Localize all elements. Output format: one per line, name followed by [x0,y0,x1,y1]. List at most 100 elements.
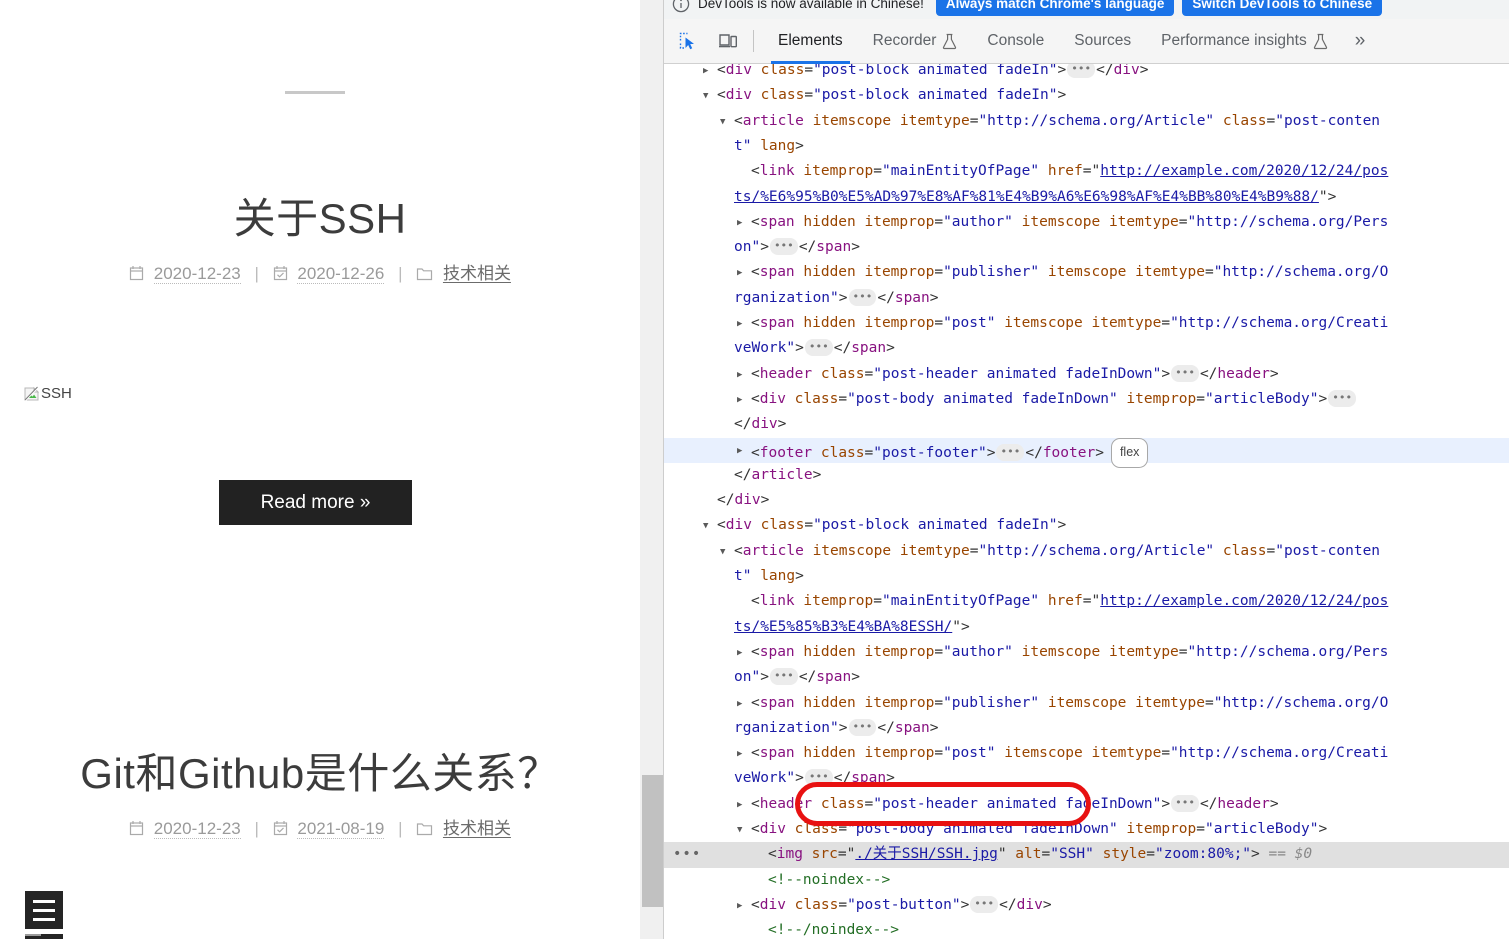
twisty-collapsed-icon[interactable] [737,318,749,330]
dom-tree-row[interactable]: <span hidden itemprop="post" itemscope i… [664,741,1509,766]
page-vertical-scrollbar[interactable] [640,0,663,939]
dom-tree-row[interactable]: <!--/noindex--> [664,918,1509,939]
floating-toolbar-strip[interactable] [25,934,63,939]
twisty-collapsed-icon[interactable] [737,900,749,912]
dom-tree-row[interactable]: t" lang> [664,134,1509,159]
dom-tree-row[interactable]: <div class="post-button">•••</div> [664,893,1509,918]
expand-children-ellipsis[interactable]: ••• [1171,364,1199,382]
dom-tree-row[interactable]: </div> [664,412,1509,437]
dom-tree-row[interactable]: <div class="post-body animated fadeInDow… [664,387,1509,412]
dom-tree-row[interactable]: <span hidden itemprop="author" itemscope… [664,210,1509,235]
attribute-value-link[interactable]: ts/%E5%85%B3%E4%BA%8ESSH/ [734,619,952,635]
attribute-value-link[interactable]: ./关于SSH/SSH.jpg [855,846,998,862]
dom-tree-row[interactable]: </article> [664,463,1509,488]
broken-image-placeholder[interactable]: SSH [24,385,72,402]
twisty-expanded-icon[interactable] [720,546,732,558]
markup-punctuation: </ [717,492,735,509]
post-category-link[interactable]: 技术相关 [443,819,511,838]
twisty-expanded-icon[interactable] [737,824,749,836]
dom-tree-row[interactable]: <span hidden itemprop="publisher" itemsc… [664,260,1509,285]
expand-children-ellipsis[interactable]: ••• [996,443,1025,461]
html-comment: <!--noindex--> [768,871,891,888]
dom-tree-row[interactable]: <header class="post-header animated fade… [664,792,1509,817]
collapsed-children-dots[interactable]: ••• [673,847,701,861]
tab-performance-insights[interactable]: Performance insights [1146,19,1343,64]
twisty-expanded-icon[interactable] [703,520,715,532]
dom-tree-row[interactable]: <div class="post-block animated fadeIn"> [664,83,1509,108]
post-category-link[interactable]: 技术相关 [443,264,511,283]
twisty-collapsed-icon[interactable] [737,369,749,381]
twisty-collapsed-icon[interactable] [703,65,715,77]
tab-recorder[interactable]: Recorder [858,19,973,64]
dom-tree-row[interactable]: <span hidden itemprop="author" itemscope… [664,640,1509,665]
twisty-collapsed-icon[interactable] [737,799,749,811]
dom-tree-row[interactable]: <div class="post-block animated fadeIn">… [664,64,1509,83]
hamburger-menu-icon[interactable] [25,891,63,929]
attribute-name: class [751,87,805,104]
attribute-value-link[interactable]: ts/%E6%95%B0%E5%AD%97%E8%AF%81%E4%B9%A6%… [734,189,1319,205]
twisty-collapsed-icon[interactable] [737,394,749,406]
dom-tree-row[interactable]: ts/%E6%95%B0%E5%AD%97%E8%AF%81%E4%B9%A6%… [664,185,1509,210]
twisty-expanded-icon[interactable] [720,116,732,128]
tab-console[interactable]: Console [972,19,1059,64]
twisty-collapsed-icon[interactable] [737,698,749,710]
device-toolbar-icon[interactable] [712,25,744,57]
expand-children-ellipsis[interactable]: ••• [1067,64,1096,78]
tag-name: header [1217,365,1270,382]
dom-tree-row[interactable]: <footer class="post-footer">•••</footer>… [664,437,1509,468]
expand-children-ellipsis[interactable]: ••• [804,339,833,357]
dom-tree-row[interactable]: <div class="post-body animated fadeInDow… [664,817,1509,842]
dom-tree-row[interactable]: <!--noindex--> [664,868,1509,893]
dom-tree-row[interactable]: <span hidden itemprop="post" itemscope i… [664,311,1509,336]
dom-tree-row[interactable]: <span hidden itemprop="publisher" itemsc… [664,691,1509,716]
twisty-collapsed-icon[interactable] [737,445,749,457]
tag-name: div [759,390,786,407]
dom-tree-row[interactable]: rganization"> ••• </span> [664,286,1509,311]
dom-tree-row[interactable]: <link itemprop="mainEntityOfPage" href="… [664,589,1509,614]
twisty-collapsed-icon[interactable] [737,267,749,279]
chevron-double-right-icon[interactable]: » [1343,19,1378,64]
dom-tree-row[interactable]: on"> ••• </span> [664,665,1509,690]
attribute-value-link[interactable]: http://example.com/2020/12/24/pos [1100,593,1388,609]
post-title-link[interactable]: 关于SSH [0,185,640,246]
devtools-panel: DevTools is now available in Chinese! Al… [663,0,1509,939]
expand-children-ellipsis[interactable]: ••• [848,288,877,306]
dom-tree-row[interactable]: <link itemprop="mainEntityOfPage" href="… [664,159,1509,184]
expand-children-ellipsis[interactable]: ••• [769,668,798,686]
twisty-collapsed-icon[interactable] [737,217,749,229]
expand-children-ellipsis[interactable]: ••• [769,238,798,256]
attribute-value-link[interactable]: http://example.com/2020/12/24/pos [1100,163,1388,179]
dom-tree-row[interactable]: <article itemscope itemtype = "http://sche… [664,539,1509,564]
tab-sources[interactable]: Sources [1059,19,1146,64]
twisty-collapsed-icon[interactable] [737,647,749,659]
dom-tree-row[interactable]: veWork"> ••• </span> [664,766,1509,791]
switch-devtools-to-chinese-button[interactable]: Switch DevTools to Chinese [1182,0,1383,16]
scrollbar-thumb[interactable] [642,775,663,907]
dom-row-markup: <div class="post-button"> ••• </div> [664,893,1509,918]
read-more-button[interactable]: Read more » [219,480,412,525]
attribute-name: class [751,64,805,78]
always-match-chrome-language-button[interactable]: Always match Chrome's language [935,0,1175,16]
dom-tree-row[interactable]: rganization"> ••• </span> [664,716,1509,741]
expand-children-ellipsis[interactable]: ••• [848,718,877,736]
dom-tree-row[interactable]: t" lang> [664,564,1509,589]
twisty-expanded-icon[interactable] [703,90,715,102]
post-title-link[interactable]: Git和Github是什么关系？ [0,740,640,801]
expand-children-ellipsis[interactable]: ••• [1171,794,1199,812]
inspect-element-icon[interactable] [672,25,704,57]
dom-tree-row[interactable]: </div> [664,488,1509,513]
expand-children-ellipsis[interactable]: ••• [970,895,999,913]
dom-tree-row[interactable]: ts/%E5%85%B3%E4%BA%8ESSH/"> [664,615,1509,640]
dom-tree-row[interactable]: <header class="post-header animated fade… [664,362,1509,387]
tab-elements[interactable]: Elements [763,19,858,64]
dom-tree-row[interactable]: on"> ••• </span> [664,235,1509,260]
expand-children-ellipsis[interactable]: ••• [1328,389,1357,407]
dom-tree-row[interactable]: <article itemscope itemtype = "http://sche… [664,109,1509,134]
expand-children-ellipsis[interactable]: ••• [804,769,833,787]
dom-tree-row[interactable]: ••• <img src="./关于SSH/SSH.jpg" alt="SSH" … [664,842,1509,868]
dom-tree-row[interactable]: <div class="post-block animated fadeIn"> [664,513,1509,538]
twisty-collapsed-icon[interactable] [737,748,749,760]
dom-tree-view[interactable]: <div class="post-block animated fadeIn">… [664,64,1509,939]
dom-tree-row[interactable]: veWork"> ••• </span> [664,336,1509,361]
attribute-value: on" [734,669,761,686]
